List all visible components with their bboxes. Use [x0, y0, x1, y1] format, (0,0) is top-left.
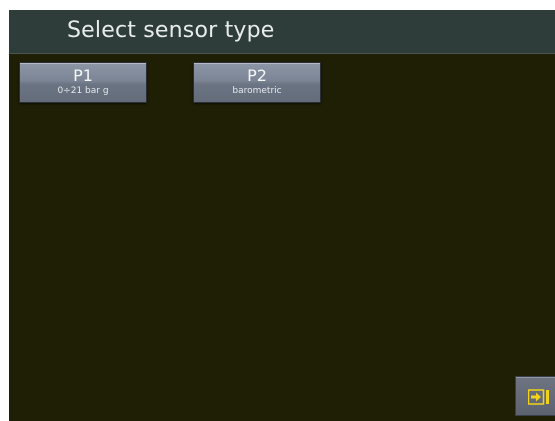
sensor-p2-button[interactable]: P2 barometric [193, 62, 321, 103]
page-title: Select sensor type [67, 18, 275, 43]
exit-arrow-to-bar-icon [528, 389, 549, 405]
screen: Select sensor type P1 0÷21 bar g P2 baro… [9, 10, 555, 421]
sensor-p1-button[interactable]: P1 0÷21 bar g [19, 62, 147, 103]
sensor-range-label: barometric [232, 86, 282, 96]
sensor-name-label: P1 [73, 66, 93, 85]
header-bar: Select sensor type [9, 10, 555, 54]
sensor-name-label: P2 [247, 66, 267, 85]
exit-button[interactable] [515, 376, 555, 416]
sensor-range-label: 0÷21 bar g [57, 86, 109, 96]
